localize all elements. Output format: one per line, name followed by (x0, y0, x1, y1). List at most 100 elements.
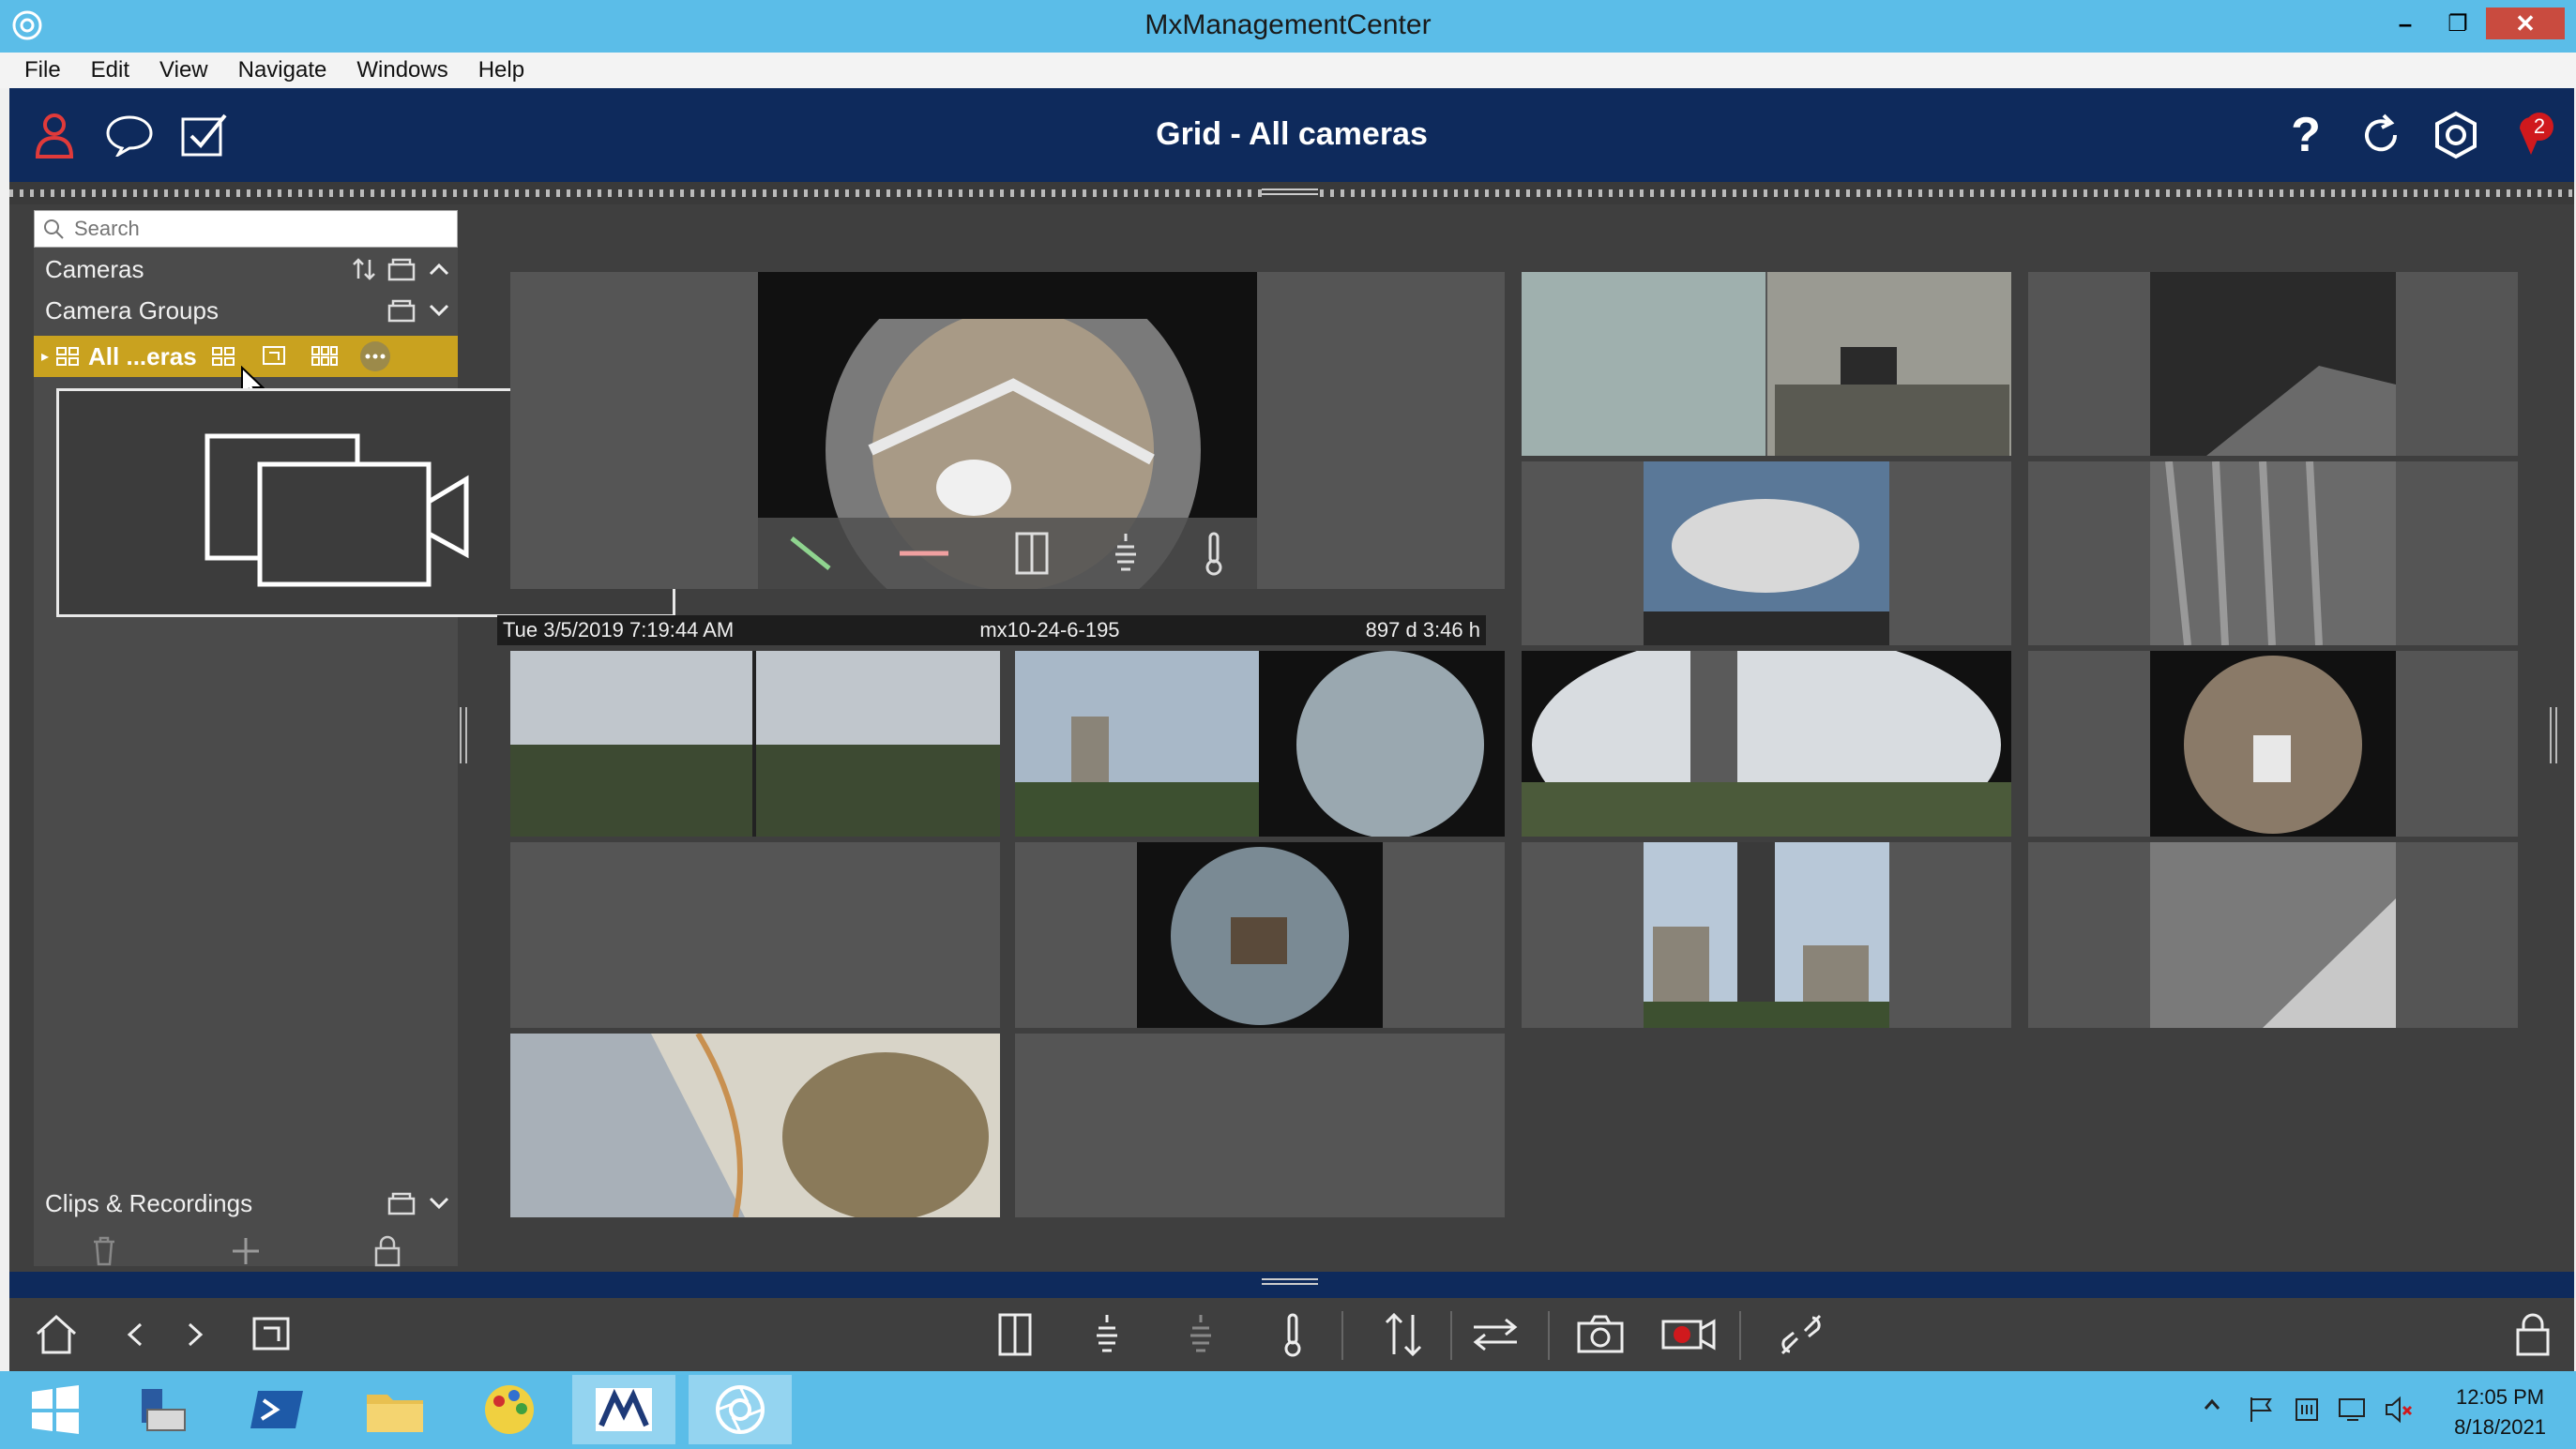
folder-icon[interactable] (383, 1185, 420, 1222)
help-icon[interactable]: ? (2280, 108, 2332, 162)
add-icon[interactable] (227, 1232, 265, 1270)
light-icon[interactable] (1112, 530, 1140, 577)
dual-camera-feed[interactable] (1522, 272, 2011, 456)
menu-help[interactable]: Help (478, 57, 524, 83)
server-manager-icon[interactable] (111, 1375, 214, 1444)
settings-gear-icon[interactable] (2430, 109, 2482, 161)
forward-arrow-icon[interactable] (167, 1307, 223, 1362)
ptz-line-icon[interactable] (896, 544, 952, 563)
network-icon[interactable] (2338, 1396, 2370, 1424)
mobotix-app-icon[interactable] (572, 1375, 675, 1444)
dark-room-camera-feed[interactable] (2150, 272, 2396, 456)
camera-cell[interactable] (510, 651, 1000, 837)
camera-cell[interactable] (1015, 651, 1505, 837)
window-layout-icon[interactable] (244, 1307, 300, 1362)
fisheye-camera-feed[interactable] (758, 272, 1257, 589)
notifications-icon[interactable]: 2 (2505, 109, 2557, 161)
more-options-icon[interactable] (356, 338, 394, 375)
menu-edit[interactable]: Edit (91, 57, 129, 83)
powershell-icon[interactable] (225, 1375, 328, 1444)
expand-arrow-icon[interactable]: ▸ (41, 347, 49, 366)
back-arrow-icon[interactable] (107, 1307, 163, 1362)
thermometer-icon[interactable] (1201, 530, 1227, 577)
camera-cell[interactable] (2028, 651, 2518, 837)
grid-icon (49, 338, 86, 375)
camera-cell[interactable] (2028, 272, 2518, 456)
camera-cell[interactable] (2028, 461, 2518, 645)
record-icon[interactable] (1660, 1307, 1717, 1362)
snapshot-camera-icon[interactable] (1572, 1307, 1629, 1362)
window-title-bar: MxManagementCenter – ❐ ✕ (0, 0, 2576, 53)
folder-icon[interactable] (383, 250, 420, 288)
refresh-icon[interactable] (2355, 109, 2407, 161)
camera-cell[interactable] (1522, 842, 2011, 1028)
menu-file[interactable]: File (24, 57, 61, 83)
right-splitter[interactable] (2548, 707, 2561, 763)
tray-expand-icon[interactable] (2203, 1396, 2221, 1414)
camera-cell[interactable] (510, 272, 1505, 589)
city-camera-feed[interactable] (1015, 651, 1505, 837)
taskbar-clock[interactable]: 12:05 PM 8/18/2021 (2454, 1382, 2546, 1442)
flag-icon[interactable] (2248, 1396, 2276, 1424)
door-icon[interactable] (1013, 530, 1051, 577)
light-off-icon[interactable] (1173, 1307, 1229, 1362)
camera-cell[interactable] (1015, 842, 1505, 1028)
camera-cell[interactable] (1522, 461, 2011, 645)
link-icon[interactable] (1773, 1307, 1829, 1362)
move-vertical-icon[interactable] (1375, 1307, 1432, 1362)
lock-icon[interactable] (369, 1232, 406, 1270)
bottom-splitter[interactable] (9, 1272, 2574, 1298)
grey-camera-feed[interactable] (2150, 842, 2396, 1028)
folder-icon[interactable] (383, 292, 420, 329)
fisheye-office-camera-feed[interactable] (1137, 842, 1383, 1028)
camera-cell[interactable] (1522, 651, 2011, 837)
network-adapter-icon[interactable] (2293, 1396, 2321, 1424)
forest-camera-feed[interactable] (510, 651, 1000, 837)
paint-icon[interactable] (458, 1375, 561, 1444)
close-button[interactable]: ✕ (2486, 8, 2565, 39)
thermometer-icon[interactable] (1265, 1307, 1321, 1362)
chevron-up-icon[interactable] (420, 250, 458, 288)
search-input[interactable] (72, 216, 432, 242)
menu-view[interactable]: View (159, 57, 208, 83)
camera-cell[interactable] (510, 1034, 1000, 1217)
bottom-splitter-grip[interactable] (1262, 1275, 1318, 1288)
home-icon[interactable] (28, 1307, 84, 1362)
camera-cell-empty[interactable] (1015, 1034, 1505, 1217)
camera-cell[interactable] (2028, 842, 2518, 1028)
cameras-section-header[interactable]: Cameras (34, 249, 458, 289)
sort-icon[interactable] (345, 250, 383, 288)
mxmc-app-icon[interactable] (689, 1375, 792, 1444)
start-windows-icon[interactable] (4, 1375, 107, 1444)
light-icon[interactable] (1079, 1307, 1135, 1362)
chevron-down-icon[interactable] (420, 292, 458, 329)
lock-icon[interactable] (2505, 1307, 2561, 1362)
search-icon (35, 210, 72, 248)
camera-groups-section-header[interactable]: Camera Groups (34, 291, 458, 330)
sidebar-splitter[interactable] (458, 707, 471, 763)
menu-windows[interactable]: Windows (356, 57, 447, 83)
grid-layout-icon[interactable] (205, 338, 242, 375)
camera-cell-empty[interactable] (510, 842, 1000, 1028)
sky-camera-feed[interactable] (1644, 461, 1889, 645)
door-icon[interactable] (987, 1307, 1043, 1362)
volume-muted-icon[interactable] (2383, 1396, 2415, 1424)
chevron-down-icon[interactable] (420, 1185, 458, 1222)
ceiling-camera-feed[interactable] (510, 1034, 1000, 1217)
restore-button[interactable]: ❐ (2433, 8, 2482, 39)
multi-grid-icon[interactable] (306, 338, 343, 375)
building-camera-feed[interactable] (1644, 842, 1889, 1028)
fisheye-room-camera-feed[interactable] (2150, 651, 2396, 837)
trash-icon[interactable] (85, 1232, 123, 1270)
ptz-slash-icon[interactable] (788, 535, 835, 572)
search-box[interactable] (34, 210, 458, 248)
curtain-camera-feed[interactable] (2150, 461, 2396, 645)
top-splitter-grip[interactable] (1262, 186, 1318, 201)
switch-icon[interactable] (1467, 1307, 1523, 1362)
minimize-button[interactable]: – (2381, 8, 2430, 39)
camera-cell[interactable] (1522, 272, 2011, 456)
menu-navigate[interactable]: Navigate (238, 57, 327, 83)
file-explorer-icon[interactable] (343, 1375, 447, 1444)
clips-recordings-section-header[interactable]: Clips & Recordings (34, 1184, 458, 1223)
window-fisheye-feed[interactable] (1522, 651, 2011, 837)
